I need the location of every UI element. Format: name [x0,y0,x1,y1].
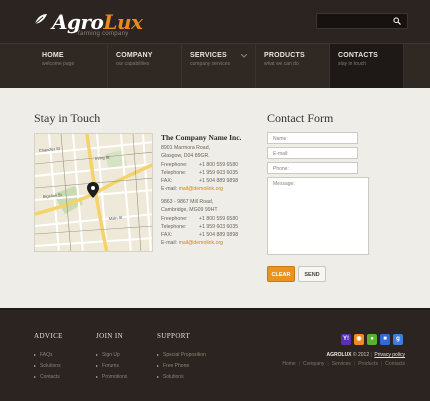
rss-icon[interactable]: ◉ [354,334,364,345]
bullet-icon: ▸ [34,352,37,357]
phone-field[interactable]: Phone: [267,162,358,174]
google-icon[interactable]: g [393,334,403,345]
copyright: AGROLUX © 2012 | Privacy policy [326,352,405,358]
social-icons: Y! ◉ ● ■ g [341,334,405,346]
bullet-icon: ▸ [34,363,37,368]
email-link[interactable]: mail@demolink.org [179,239,223,247]
chevron-down-icon [241,54,247,58]
footer-link[interactable]: ▸ Special Proposition [157,349,206,360]
message-field[interactable]: Message: [267,177,369,255]
footer-link[interactable]: ▸ Free Phone [157,360,206,371]
address-block-1: The Company Name Inc. 8901 Marmora Road,… [161,133,242,193]
footer-nav-contacts[interactable]: Contacts [385,361,405,367]
footer: ADVICE ▸ FAQs ▸ Solutions ▸ Contacts JOIN I… [0,308,430,401]
search-icon[interactable] [393,17,401,25]
bullet-icon: ▸ [157,352,160,357]
bullet-icon: ▸ [96,363,99,368]
privacy-link[interactable]: Privacy policy [374,352,405,358]
map-graphic: Chandler St Irving St Bigelow St Main St [35,134,152,251]
footer-col-join: JOIN IN ▸ Sign Up ▸ Forums ▸ Promotions [96,332,127,382]
footer-nav-services[interactable]: Services [332,361,351,367]
logo[interactable]: AgroLux farming company [34,7,144,37]
footer-col-advice: ADVICE ▸ FAQs ▸ Solutions ▸ Contacts [34,332,63,382]
footer-nav-products[interactable]: Products [358,361,378,367]
bullet-icon: ▸ [96,352,99,357]
footer-link[interactable]: ▸ Promotions [96,371,127,382]
footer-link[interactable]: ▸ Contacts [34,371,63,382]
bullet-icon: ▸ [157,363,160,368]
contact-form-title: Contact Form [267,111,334,125]
footer-link[interactable]: ▸ Solutions [157,371,206,382]
logo-tagline: farming company [78,31,129,37]
company-name: The Company Name Inc. [161,133,242,142]
footer-link[interactable]: ▸ Solutions [34,360,63,371]
footer-nav: Home | Company | Services | Products | Contacts [282,361,405,367]
bullet-icon: ▸ [96,374,99,379]
yahoo-icon[interactable]: Y! [341,334,351,345]
nav-item-home[interactable]: HOME welcome page [34,44,108,88]
nav-item-company[interactable]: COMPANY our capabilities [108,44,182,88]
address-block-2: 9863 - 9867 Mill Road, Cambridge, MG09 9… [161,199,239,247]
clear-button[interactable]: CLEAR [267,266,295,282]
leaf-icon [34,14,47,25]
nav-item-services[interactable]: SERVICES company services [182,44,256,88]
footer-nav-home[interactable]: Home [282,361,295,367]
name-field[interactable]: Name: [267,132,358,144]
header: AgroLux farming company HOME welcome pag… [0,0,430,88]
stay-in-touch-title: Stay in Touch [34,111,101,125]
delicious-icon[interactable]: ■ [380,334,390,345]
footer-link[interactable]: ▸ Sign Up [96,349,127,360]
footer-nav-company[interactable]: Company [303,361,324,367]
send-button[interactable]: SEND [298,266,326,282]
footer-link[interactable]: ▸ FAQs [34,349,63,360]
bullet-icon: ▸ [34,374,37,379]
main-nav: HOME welcome page COMPANY our capabiliti… [0,43,430,88]
footer-col-support: SUPPORT ▸ Special Proposition ▸ Free Phone… [157,332,206,382]
email-link[interactable]: mail@demolink.org [179,185,223,193]
nav-item-contacts[interactable]: CONTACTS stay in touch [330,44,404,88]
nav-item-products[interactable]: PRODUCTS what we can do [256,44,330,88]
chat-icon[interactable]: ● [367,334,377,345]
bullet-icon: ▸ [157,374,160,379]
email-field[interactable]: E-mail: [267,147,358,159]
location-map[interactable]: Chandler St Irving St Bigelow St Main St [34,133,153,252]
main-content: Stay in Touch Contact Form Chandler St I… [0,90,430,308]
footer-link[interactable]: ▸ Forums [96,360,127,371]
search-input[interactable] [316,13,408,29]
